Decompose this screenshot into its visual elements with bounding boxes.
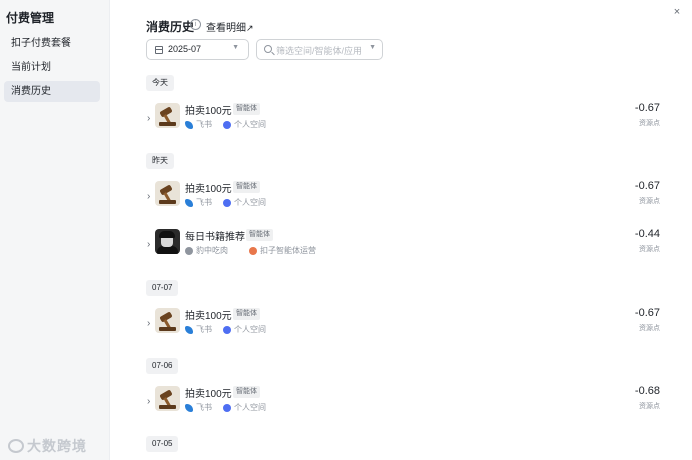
type-badge: 智能体	[233, 386, 260, 398]
record-name: 拍卖100元	[185, 389, 232, 400]
page-title: 消费历史	[146, 20, 195, 34]
amount-unit: 资源点	[639, 120, 660, 127]
info-icon[interactable]: i	[190, 19, 201, 30]
date-group-label: 07-07	[146, 280, 179, 296]
type-badge: 智能体	[246, 229, 273, 241]
record-name: 拍卖100元	[185, 184, 232, 195]
space-name: 个人空间	[234, 325, 266, 334]
bot-avatar	[155, 103, 180, 128]
amount-unit: 资源点	[639, 325, 660, 332]
sidebar-item-current-plan[interactable]: 当前计划	[4, 57, 100, 78]
amount-unit: 资源点	[639, 246, 660, 253]
chevron-right-icon[interactable]: ›	[147, 396, 150, 407]
list-item[interactable]: › 每日书籍推荐 智能体 豹中吃肉 扣子智能体运营 -0.44 资源点	[145, 226, 660, 266]
space-icon	[249, 247, 257, 255]
calendar-icon	[155, 46, 163, 54]
list-item[interactable]: › 拍卖100元 智能体 飞书 个人空间 -0.68 资源点	[145, 383, 660, 423]
space-name: 扣子智能体运营	[260, 246, 316, 255]
bot-avatar	[155, 386, 180, 411]
view-details-link[interactable]: 查看明细↗	[206, 19, 254, 34]
channel-name: 飞书	[196, 198, 212, 207]
amount: -0.67	[634, 102, 660, 114]
month-picker[interactable]: 2025-07 ▼	[146, 39, 249, 60]
chevron-down-icon: ▼	[232, 44, 239, 51]
bot-avatar	[155, 308, 180, 333]
date-group-label: 昨天	[146, 153, 174, 169]
sidebar-item-plans[interactable]: 扣子付费套餐	[4, 33, 100, 54]
amount-unit: 资源点	[639, 198, 660, 205]
view-details-label: 查看明细	[206, 23, 246, 34]
date-group-label: 07-06	[146, 358, 179, 374]
filter-placeholder: 筛选空间/智能体/应用	[276, 46, 363, 56]
type-badge: 智能体	[233, 103, 260, 115]
type-badge: 智能体	[233, 181, 260, 193]
date-group-label: 今天	[146, 75, 174, 91]
type-badge: 智能体	[233, 308, 260, 320]
chevron-right-icon[interactable]: ›	[147, 113, 150, 124]
amount: -0.44	[634, 228, 660, 240]
record-name: 拍卖100元	[185, 311, 232, 322]
user-avatar-icon	[185, 247, 193, 255]
channel-name: 飞书	[196, 403, 212, 412]
feishu-icon	[185, 326, 193, 334]
space-name: 个人空间	[234, 403, 266, 412]
amount: -0.67	[634, 180, 660, 192]
watermark: 大数跨境	[8, 436, 87, 456]
bot-avatar	[155, 181, 180, 206]
chevron-right-icon[interactable]: ›	[147, 239, 150, 250]
sidebar-title: 付费管理	[6, 11, 55, 25]
channel-name: 飞书	[196, 325, 212, 334]
filter-select[interactable]: 筛选空间/智能体/应用 ▼	[256, 39, 383, 60]
channel-name: 飞书	[196, 120, 212, 129]
record-name: 拍卖100元	[185, 106, 232, 117]
sidebar-item-history[interactable]: 消费历史	[4, 81, 100, 102]
watermark-logo-icon	[8, 439, 24, 453]
space-name: 个人空间	[234, 198, 266, 207]
amount: -0.67	[634, 307, 660, 319]
feishu-icon	[185, 199, 193, 207]
search-icon	[264, 45, 272, 53]
record-name: 每日书籍推荐	[185, 232, 245, 243]
feishu-icon	[185, 121, 193, 129]
watermark-text: 大数跨境	[27, 438, 87, 454]
list-item[interactable]: › 拍卖100元 智能体 飞书 个人空间 -0.67 资源点	[145, 100, 660, 140]
amount-unit: 资源点	[639, 403, 660, 410]
chevron-down-icon: ▼	[369, 44, 376, 51]
list-item[interactable]: › 拍卖100元 智能体 飞书 个人空间 -0.67 资源点	[145, 178, 660, 218]
space-icon	[223, 326, 231, 334]
list-item[interactable]: › 拍卖100元 智能体 飞书 个人空间 -0.67 资源点	[145, 305, 660, 345]
feishu-icon	[185, 404, 193, 412]
chevron-right-icon[interactable]: ›	[147, 191, 150, 202]
chevron-right-icon[interactable]: ›	[147, 318, 150, 329]
space-icon	[223, 404, 231, 412]
month-value: 2025-07	[168, 44, 202, 54]
date-group-label: 07-05	[146, 436, 179, 452]
amount: -0.68	[634, 385, 660, 397]
channel-name: 豹中吃肉	[196, 246, 228, 255]
bot-avatar	[155, 229, 180, 254]
main-panel: 消费历史 i 查看明细↗ 2025-07 ▼ 筛选空间/智能体/应用 ▼ 今天 …	[110, 0, 692, 460]
space-icon	[223, 199, 231, 207]
external-link-icon: ↗	[246, 23, 254, 33]
space-icon	[223, 121, 231, 129]
sidebar: 付费管理 扣子付费套餐 当前计划 消费历史	[0, 0, 110, 460]
space-name: 个人空间	[234, 120, 266, 129]
